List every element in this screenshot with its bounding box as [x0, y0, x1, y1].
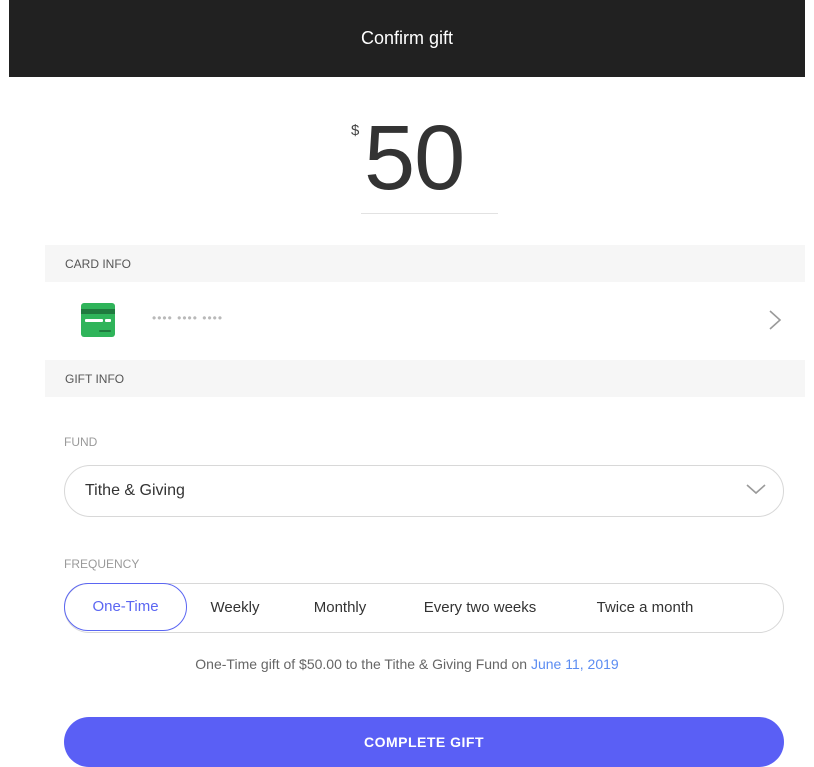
card-info-header: CARD INFO — [45, 245, 805, 282]
header-bar: Confirm gift — [9, 0, 805, 77]
frequency-option-one-time[interactable]: One-Time — [64, 583, 187, 631]
chevron-down-icon — [746, 484, 766, 495]
gift-summary: One-Time gift of $50.00 to the Tithe & G… — [0, 656, 814, 672]
chevron-right-icon[interactable] — [768, 309, 782, 331]
amount-value[interactable]: 50 — [364, 110, 465, 206]
fund-selected-value: Tithe & Giving — [85, 482, 185, 499]
currency-symbol: $ — [351, 122, 360, 139]
fund-select[interactable]: Tithe & Giving — [64, 465, 784, 517]
gift-amount[interactable]: $ 50 — [0, 110, 814, 220]
credit-card-icon — [81, 303, 115, 337]
frequency-option-twice-a-month[interactable]: Twice a month — [585, 584, 705, 632]
gift-info-label: GIFT INFO — [65, 371, 125, 386]
frequency-label: FREQUENCY — [64, 557, 140, 571]
complete-gift-button[interactable]: COMPLETE GIFT — [64, 717, 784, 767]
frequency-option-every-two-weeks[interactable]: Every two weeks — [411, 584, 549, 632]
amount-underline — [361, 213, 498, 214]
summary-date-link[interactable]: June 11, 2019 — [531, 656, 619, 672]
frequency-option-weekly[interactable]: Weekly — [205, 584, 265, 632]
page-title: Confirm gift — [360, 28, 454, 48]
gift-info-header: GIFT INFO — [45, 360, 805, 397]
card-number-mask: •••• •••• •••• — [152, 311, 224, 325]
card-info-label: CARD INFO — [65, 256, 131, 271]
summary-text: One-Time gift of $50.00 to the Tithe & G… — [195, 656, 531, 672]
frequency-selector: One-Time Weekly Monthly Every two weeks … — [64, 583, 784, 633]
fund-label: FUND — [64, 435, 98, 449]
card-select-row[interactable]: •••• •••• •••• — [45, 283, 805, 359]
complete-gift-label: COMPLETE GIFT — [363, 734, 485, 750]
frequency-option-monthly[interactable]: Monthly — [307, 584, 373, 632]
